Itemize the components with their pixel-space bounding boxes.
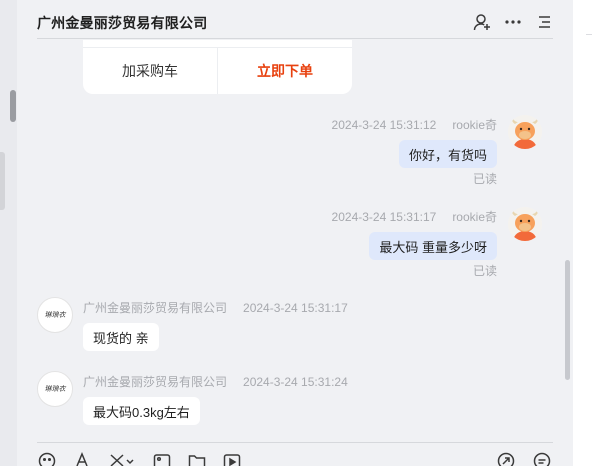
header-divider xyxy=(37,38,553,39)
message-bubble-incoming[interactable]: 现货的 亲 xyxy=(83,323,159,351)
image-icon[interactable] xyxy=(152,452,172,466)
left-sidebar-edge xyxy=(0,0,17,466)
add-user-icon[interactable] xyxy=(472,12,492,32)
shop-avatar-text: 琳琅衣 xyxy=(44,311,66,319)
message-sender: rookie奇 xyxy=(452,210,497,224)
add-to-cart-button[interactable]: 加采购车 xyxy=(83,48,217,94)
message-bubble-outgoing[interactable]: 你好，有货吗 xyxy=(398,140,497,168)
send-icon[interactable] xyxy=(496,452,516,466)
message-time: 2024-3-24 15:31:24 xyxy=(243,375,348,389)
user-avatar[interactable] xyxy=(508,207,542,241)
buy-now-button[interactable]: 立即下单 xyxy=(218,48,352,94)
chat-header: 广州金曼丽莎贸易有限公司 xyxy=(17,0,573,38)
message-meta: 2024-3-24 15:31:17 rookie奇 xyxy=(332,208,497,225)
message-time: 2024-3-24 15:31:17 xyxy=(331,210,437,224)
more-icon[interactable] xyxy=(503,12,523,32)
message-time: 2024-3-24 15:31:17 xyxy=(243,301,348,315)
left-collapse-tab[interactable] xyxy=(0,152,5,210)
message-sender: rookie奇 xyxy=(452,118,497,132)
order-card: 加采购车 立即下单 xyxy=(83,40,352,94)
font-icon[interactable] xyxy=(72,452,92,466)
message-sender: 广州金曼丽莎贸易有限公司 xyxy=(83,301,228,315)
video-icon[interactable] xyxy=(222,452,242,466)
message-meta: 2024-3-24 15:31:12 rookie奇 xyxy=(332,116,497,133)
right-panel-divider xyxy=(586,34,592,35)
right-panel-edge xyxy=(573,0,592,466)
left-scrollbar[interactable] xyxy=(10,90,16,122)
folder-icon[interactable] xyxy=(187,452,207,466)
toolbar-divider xyxy=(37,442,553,443)
message-time: 2024-3-24 15:31:12 xyxy=(331,118,437,132)
message-meta: 广州金曼丽莎贸易有限公司 2024-3-24 15:31:17 xyxy=(83,299,348,316)
menu-icon[interactable] xyxy=(534,12,554,32)
emoji-icon[interactable] xyxy=(37,452,57,466)
shop-avatar-text: 琳琅衣 xyxy=(44,385,66,393)
scissors-icon[interactable] xyxy=(107,452,135,466)
chat-window: 广州金曼丽莎贸易有限公司 加采购车 立即下单 2024-3-24 15:31:1… xyxy=(0,0,592,466)
shop-avatar[interactable]: 琳琅衣 xyxy=(37,297,73,333)
read-status: 已读 xyxy=(472,264,497,278)
chat-title: 广州金曼丽莎贸易有限公司 xyxy=(37,15,208,31)
read-status: 已读 xyxy=(472,172,497,186)
chat-scrollbar[interactable] xyxy=(565,260,570,380)
user-avatar[interactable] xyxy=(508,115,542,149)
message-bubble-incoming[interactable]: 最大码0.3kg左右 xyxy=(83,397,200,425)
message-meta: 广州金曼丽莎贸易有限公司 2024-3-24 15:31:24 xyxy=(83,373,348,390)
chat-panel: 广州金曼丽莎贸易有限公司 加采购车 立即下单 2024-3-24 15:31:1… xyxy=(17,0,573,466)
message-sender: 广州金曼丽莎贸易有限公司 xyxy=(83,375,228,389)
quick-reply-icon[interactable] xyxy=(532,452,552,466)
shop-avatar[interactable]: 琳琅衣 xyxy=(37,371,73,407)
message-bubble-outgoing[interactable]: 最大码 重量多少呀 xyxy=(369,232,497,260)
